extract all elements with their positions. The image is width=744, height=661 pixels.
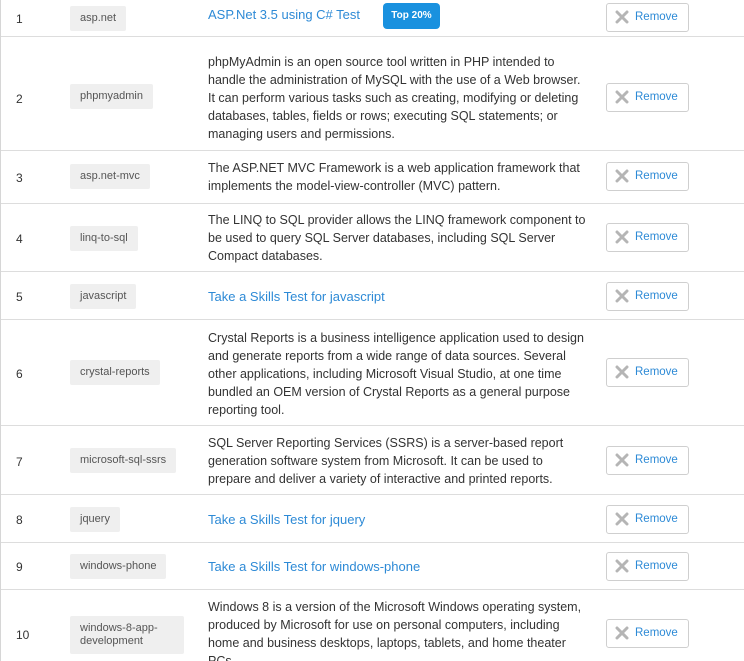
remove-label: Remove: [635, 366, 678, 378]
table-row: 1 asp.net ASP.Net 3.5 using C# Test Top …: [1, 0, 744, 37]
table-row: 7 microsoft-sql-ssrs SQL Server Reportin…: [1, 426, 744, 495]
tag-description: SQL Server Reporting Services (SSRS) is …: [208, 436, 564, 486]
remove-label: Remove: [635, 170, 678, 182]
x-icon: [615, 512, 629, 526]
row-number: 9: [16, 560, 23, 574]
tag-badge[interactable]: windows-8-app-development: [70, 616, 184, 654]
x-icon: [615, 169, 629, 183]
tag-badge[interactable]: javascript: [70, 284, 137, 309]
skills-test-link[interactable]: Take a Skills Test for windows-phone: [208, 559, 420, 574]
remove-button[interactable]: Remove: [606, 619, 689, 648]
top-percent-badge: Top 20%: [383, 3, 440, 29]
row-number: 7: [16, 455, 23, 469]
remove-label: Remove: [635, 91, 678, 103]
remove-button[interactable]: Remove: [606, 358, 689, 387]
table-row: 9 windows-phone Take a Skills Test for w…: [1, 543, 744, 590]
skills-test-link[interactable]: Take a Skills Test for jquery: [208, 512, 365, 527]
skills-test-link[interactable]: Take a Skills Test for javascript: [208, 289, 385, 304]
tag-description: The LINQ to SQL provider allows the LINQ…: [208, 213, 586, 263]
tag-badge[interactable]: asp.net: [70, 6, 127, 31]
row-number: 5: [16, 290, 23, 304]
x-icon: [615, 626, 629, 640]
remove-label: Remove: [635, 290, 678, 302]
tag-description: phpMyAdmin is an open source tool writte…: [208, 55, 581, 141]
remove-button[interactable]: Remove: [606, 446, 689, 475]
remove-button[interactable]: Remove: [606, 162, 689, 191]
remove-button[interactable]: Remove: [606, 552, 689, 581]
tag-badge[interactable]: windows-phone: [70, 554, 167, 579]
row-number: 3: [16, 171, 23, 185]
remove-label: Remove: [635, 454, 678, 466]
remove-button[interactable]: Remove: [606, 505, 689, 534]
remove-label: Remove: [635, 513, 678, 525]
tag-badge[interactable]: crystal-reports: [70, 360, 160, 385]
test-link[interactable]: ASP.Net 3.5 using C# Test: [208, 7, 360, 22]
row-number: 1: [16, 12, 23, 26]
table-row: 6 crystal-reports Crystal Reports is a b…: [1, 320, 744, 426]
table-row: 10 windows-8-app-development Windows 8 i…: [1, 590, 744, 661]
table-row: 4 linq-to-sql The LINQ to SQL provider a…: [1, 204, 744, 272]
x-icon: [615, 289, 629, 303]
row-number: 10: [16, 628, 30, 642]
remove-label: Remove: [635, 560, 678, 572]
x-icon: [615, 365, 629, 379]
remove-button[interactable]: Remove: [606, 3, 689, 32]
tag-description: Windows 8 is a version of the Microsoft …: [208, 600, 582, 661]
x-icon: [615, 10, 629, 24]
x-icon: [615, 230, 629, 244]
row-number: 6: [16, 367, 23, 381]
x-icon: [615, 90, 629, 104]
tag-badge[interactable]: asp.net-mvc: [70, 164, 150, 189]
remove-label: Remove: [635, 11, 678, 23]
row-number: 8: [16, 513, 23, 527]
table-row: 2 phpmyadmin phpMyAdmin is an open sourc…: [1, 37, 744, 151]
tag-badge[interactable]: phpmyadmin: [70, 84, 153, 109]
row-number: 4: [16, 232, 23, 246]
remove-button[interactable]: Remove: [606, 83, 689, 112]
remove-button[interactable]: Remove: [606, 223, 689, 252]
tag-badge[interactable]: linq-to-sql: [70, 226, 138, 251]
remove-label: Remove: [635, 627, 678, 639]
tag-badge[interactable]: jquery: [70, 507, 120, 532]
tag-description: The ASP.NET MVC Framework is a web appli…: [208, 161, 580, 193]
skills-table: 1 asp.net ASP.Net 3.5 using C# Test Top …: [0, 0, 744, 661]
tag-badge[interactable]: microsoft-sql-ssrs: [70, 448, 177, 473]
tag-description: Crystal Reports is a business intelligen…: [208, 331, 584, 417]
row-number: 2: [16, 92, 23, 106]
x-icon: [615, 559, 629, 573]
table-row: 5 javascript Take a Skills Test for java…: [1, 272, 744, 320]
table-row: 3 asp.net-mvc The ASP.NET MVC Framework …: [1, 151, 744, 204]
table-row: 8 jquery Take a Skills Test for jquery R…: [1, 495, 744, 543]
x-icon: [615, 453, 629, 467]
remove-label: Remove: [635, 231, 678, 243]
remove-button[interactable]: Remove: [606, 282, 689, 311]
